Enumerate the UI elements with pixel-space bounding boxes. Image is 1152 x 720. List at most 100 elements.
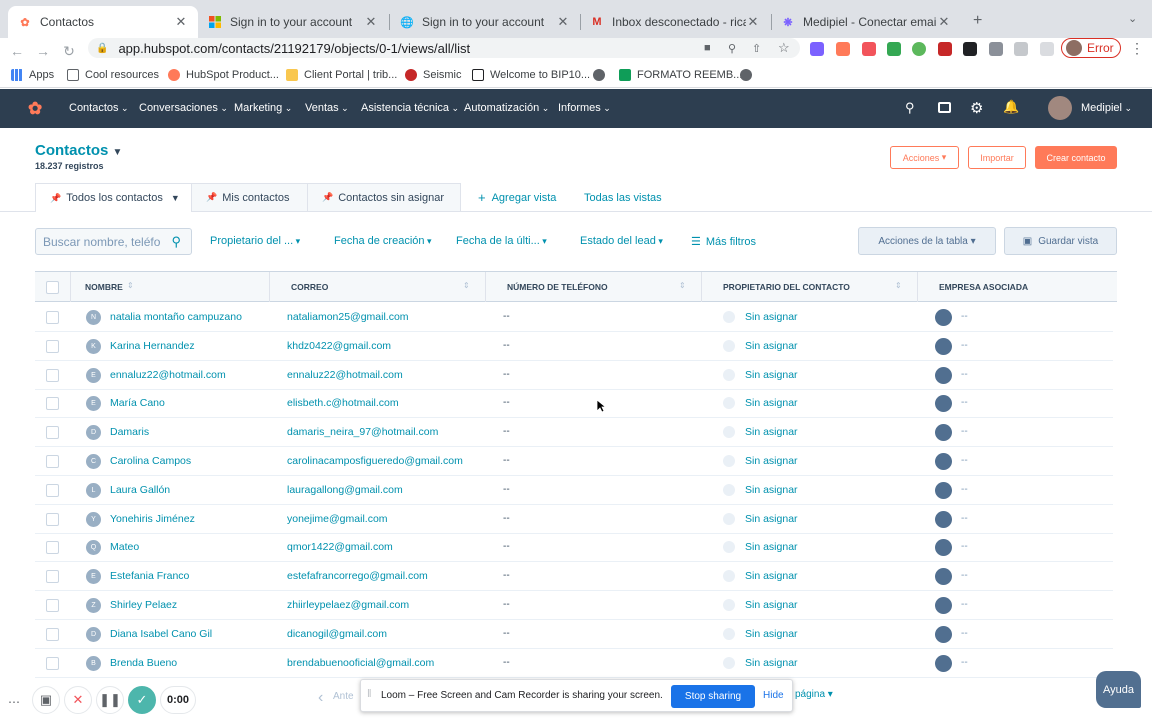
extension-icon[interactable] <box>912 42 926 56</box>
contact-name-link[interactable]: Damaris <box>110 426 149 438</box>
contact-name-link[interactable]: ennaluz22@hotmail.com <box>110 369 226 381</box>
bookmark-client-portal[interactable]: Client Portal | trib... <box>286 69 397 81</box>
bookmark-seismic[interactable]: Seismic <box>405 69 462 81</box>
extension-icon[interactable] <box>963 42 977 56</box>
bookmark-globe[interactable] <box>593 69 611 81</box>
close-icon[interactable]: ✕ <box>556 14 570 30</box>
previous-page-link[interactable]: Ante <box>333 691 354 702</box>
sort-icon[interactable]: ⇕ <box>127 281 134 290</box>
contact-owner[interactable]: Sin asignar <box>745 369 798 381</box>
help-button[interactable]: Ayuda <box>1096 671 1141 708</box>
page-size-dropdown[interactable]: página ▾ <box>795 689 833 700</box>
bookmark-welcome-bip10[interactable]: Welcome to BIP10... <box>472 69 590 81</box>
column-header-email[interactable]: CORREO <box>291 282 328 292</box>
hubspot-logo-icon[interactable]: ✿ <box>28 99 42 119</box>
contact-email[interactable]: elisbeth.c@hotmail.com <box>287 397 399 409</box>
contact-name-link[interactable]: Shirley Pelaez <box>110 599 177 611</box>
bookmark-star-icon[interactable]: ☆ <box>778 40 790 56</box>
contact-owner[interactable]: Sin asignar <box>745 340 798 352</box>
drag-handle-icon[interactable]: ‖ <box>367 688 372 700</box>
all-views-link[interactable]: Todas las vistas <box>570 183 676 212</box>
marketplace-icon[interactable] <box>938 102 951 113</box>
side-panel-icon[interactable] <box>1040 42 1054 56</box>
contact-owner[interactable]: Sin asignar <box>745 570 798 582</box>
contact-name-link[interactable]: Diana Isabel Cano Gil <box>110 628 212 640</box>
close-icon[interactable]: ✕ <box>937 14 951 30</box>
tab-sign-in-2[interactable]: 🌐 Sign in to your account ✕ <box>390 6 580 38</box>
extension-icon[interactable] <box>862 42 876 56</box>
table-row[interactable]: B Brenda Bueno brendabuenooficial@gmail.co… <box>35 649 1113 678</box>
back-icon[interactable]: ← <box>8 42 26 60</box>
contact-owner[interactable]: Sin asignar <box>745 513 798 525</box>
contact-name-link[interactable]: Carolina Campos <box>110 455 191 467</box>
table-row[interactable]: E María Cano elisbeth.c@hotmail.com -- Sin a… <box>35 389 1113 419</box>
row-checkbox[interactable] <box>46 311 59 324</box>
contact-owner[interactable]: Sin asignar <box>745 397 798 409</box>
pause-icon[interactable]: ❚❚ <box>96 686 124 714</box>
tab-medipiel[interactable]: ❋ Medipiel - Conectar emails al ✕ <box>771 6 961 38</box>
filter-owner[interactable]: Propietario del ... <box>210 235 300 247</box>
nav-asistencia-tecnica[interactable]: Asistencia técnica <box>361 102 459 114</box>
contact-email[interactable]: ennaluz22@hotmail.com <box>287 369 403 381</box>
column-header-phone[interactable]: NÚMERO DE TELÉFONO <box>507 282 608 292</box>
contact-email[interactable]: dicanogil@gmail.com <box>287 628 387 640</box>
contact-name-link[interactable]: Mateo <box>110 541 139 553</box>
table-row[interactable]: Y Yonehiris Jiménez yonejime@gmail.com -- Si… <box>35 505 1113 534</box>
bookmark-apps[interactable]: Apps <box>11 69 54 81</box>
contact-name-link[interactable]: Yonehiris Jiménez <box>110 513 195 525</box>
table-row[interactable]: Q Mateo qmor1422@gmail.com -- Sin asignar -- <box>35 533 1113 563</box>
search-input[interactable]: Buscar nombre, teléfo ⚲ <box>35 228 192 255</box>
page-title[interactable]: Contactos ▼ <box>35 142 122 159</box>
save-view-button[interactable]: ▣ Guardar vista <box>1004 227 1117 255</box>
url-field[interactable]: 🔒 app.hubspot.com/contacts/21192179/obje… <box>88 38 800 58</box>
contact-email[interactable]: khdz0422@gmail.com <box>287 340 391 352</box>
table-row[interactable]: K Karina Hernandez khdz0422@gmail.com -- Sin… <box>35 332 1113 361</box>
nav-conversaciones[interactable]: Conversaciones <box>139 102 228 114</box>
profile-error-button[interactable]: Error <box>1061 38 1121 58</box>
row-checkbox[interactable] <box>46 455 59 468</box>
avatar[interactable] <box>1048 96 1072 120</box>
row-checkbox[interactable] <box>46 339 59 353</box>
nav-marketing[interactable]: Marketing <box>234 102 292 114</box>
table-row[interactable]: Eennaluz22@hotmail.com ennaluz22@hotmail.… <box>35 361 1113 390</box>
add-view-button[interactable]: + Agregar vista <box>464 183 570 212</box>
nav-automatizacion[interactable]: Automatización <box>464 102 549 114</box>
contact-email[interactable]: nataliamon25@gmail.com <box>287 311 409 323</box>
table-row[interactable]: E Estefania Franco estefafrancorrego@gmail… <box>35 562 1113 592</box>
tab-search-icon[interactable]: ⌄ <box>1128 12 1137 25</box>
filter-lead-status[interactable]: Estado del lead <box>580 235 663 247</box>
close-icon[interactable]: ✕ <box>746 14 760 30</box>
contact-name-link[interactable]: Laura Gallón <box>110 484 170 496</box>
create-contact-button[interactable]: Crear contacto <box>1035 146 1117 169</box>
extension-icon[interactable] <box>810 42 824 56</box>
contact-email[interactable]: carolinacamposfigueredo@gmail.com <box>287 455 463 467</box>
sort-icon[interactable]: ⇕ <box>895 281 902 290</box>
puzzle-icon[interactable] <box>989 42 1003 56</box>
contact-email[interactable]: brendabuenooficial@gmail.com <box>287 657 434 669</box>
table-row[interactable]: Nnatalia montaño campuzano nataliamon25@g… <box>35 303 1113 332</box>
column-header-owner[interactable]: PROPIETARIO DEL CONTACTO <box>723 282 850 292</box>
cancel-recording-icon[interactable]: ✕ <box>64 686 92 714</box>
table-row[interactable]: L Laura Gallón lauragallong@gmail.com -- Sin… <box>35 476 1113 505</box>
contact-name-link[interactable]: María Cano <box>110 397 165 409</box>
table-row[interactable]: D Diana Isabel Cano Gil dicanogil@gmail.co… <box>35 620 1113 649</box>
contact-email[interactable]: qmor1422@gmail.com <box>287 541 393 553</box>
extension-icon[interactable] <box>887 42 901 56</box>
contact-name-link[interactable]: Brenda Bueno <box>110 657 177 669</box>
account-menu[interactable]: Medipiel <box>1081 102 1132 114</box>
bookmark-globe[interactable] <box>740 69 758 81</box>
nav-informes[interactable]: Informes <box>558 102 611 114</box>
contact-owner[interactable]: Sin asignar <box>745 599 798 611</box>
contact-name-link[interactable]: natalia montaño campuzano <box>110 311 242 323</box>
contact-email[interactable]: estefafrancorrego@gmail.com <box>287 570 428 582</box>
hide-button[interactable]: Hide <box>763 690 784 701</box>
forward-icon[interactable]: → <box>34 42 52 60</box>
row-checkbox[interactable] <box>46 599 59 612</box>
column-header-name[interactable]: NOMBRE <box>85 282 123 292</box>
nav-contactos[interactable]: Contactos <box>69 102 129 114</box>
table-actions-button[interactable]: Acciones de la tabla ▾ <box>858 227 996 255</box>
contact-owner[interactable]: Sin asignar <box>745 657 798 669</box>
contact-owner[interactable]: Sin asignar <box>745 311 798 323</box>
hubspot-extension-icon[interactable] <box>836 42 850 56</box>
gear-icon[interactable]: ⚙ <box>970 99 983 117</box>
